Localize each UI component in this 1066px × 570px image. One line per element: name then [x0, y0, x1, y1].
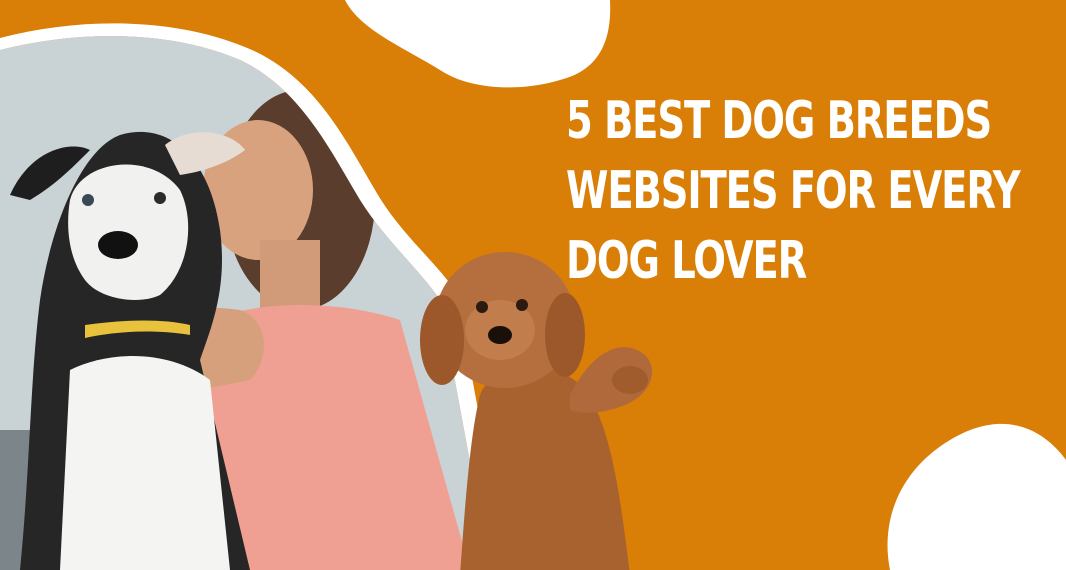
- headline: 5 BEST DOG BREEDS WEBSITES FOR EVERY DOG…: [566, 86, 1021, 296]
- headline-line-2: WEBSITES FOR EVERY: [566, 161, 1021, 221]
- headline-line-1: 5 BEST DOG BREEDS: [566, 91, 992, 151]
- hero-banner: 5 BEST DOG BREEDS WEBSITES FOR EVERY DOG…: [0, 0, 1066, 570]
- headline-line-3: DOG LOVER: [566, 231, 807, 291]
